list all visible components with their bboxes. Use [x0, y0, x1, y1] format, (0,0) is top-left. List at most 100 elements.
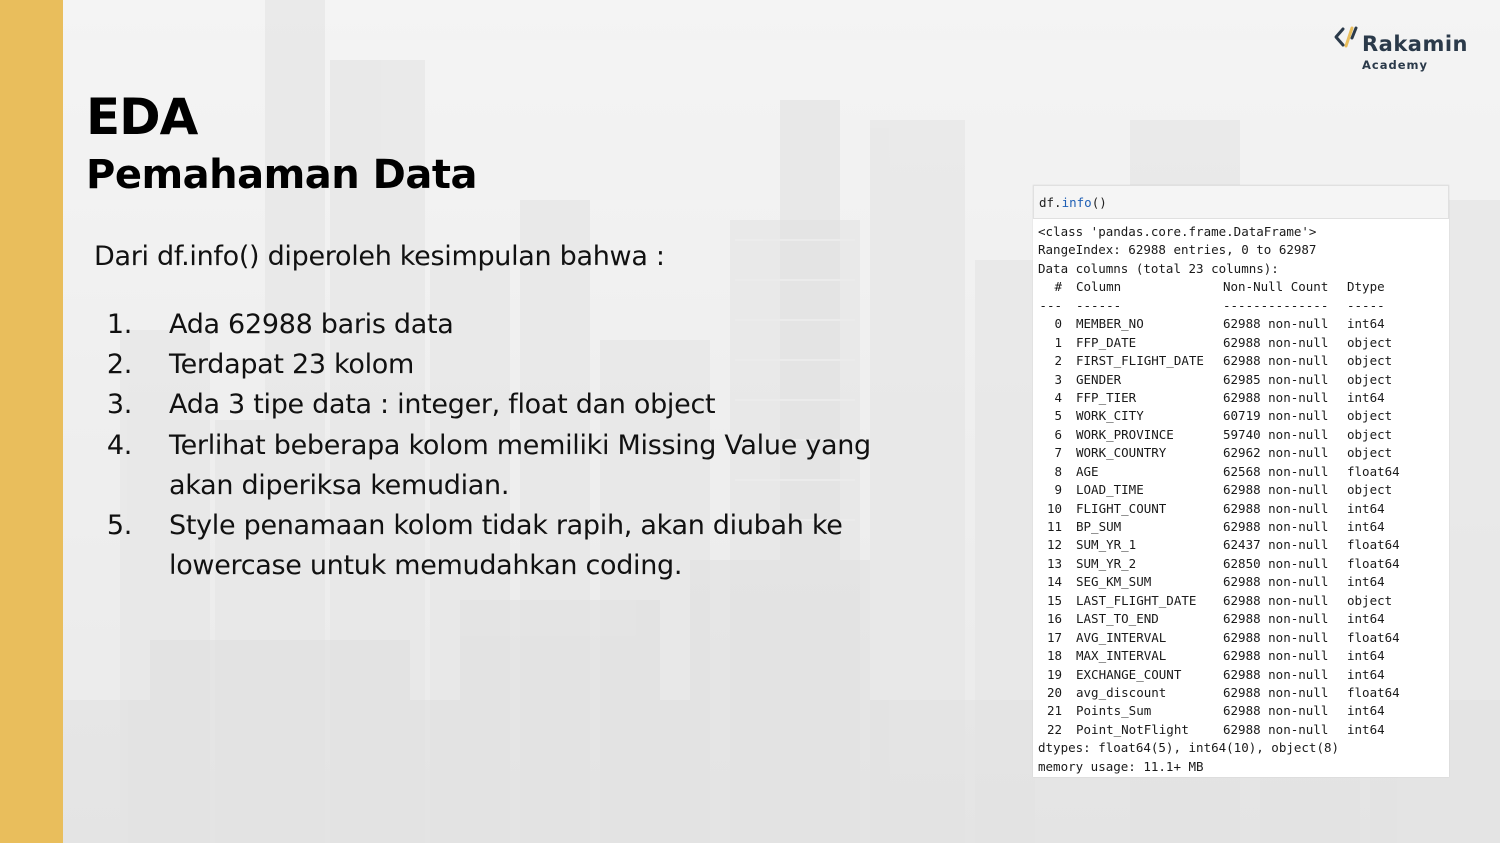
column-index: 5 — [1054, 408, 1062, 424]
dtype: ----- — [1347, 297, 1385, 313]
non-null-count: 62988 non-null — [1223, 684, 1329, 700]
slide-title: EDA — [86, 88, 198, 146]
code-call: () — [1091, 195, 1107, 210]
table-row: 2 FIRST_FLIGHT_DATE 62988 non-null object — [1038, 352, 1400, 370]
column-index: 2 — [1054, 353, 1062, 369]
dtype: int64 — [1347, 574, 1385, 590]
column-name: BP_SUM — [1076, 519, 1122, 534]
output-line: RangeIndex: 62988 entries, 0 to 62987 — [1038, 242, 1317, 258]
column-name: FIRST_FLIGHT_DATE — [1076, 353, 1204, 369]
list-text: Terdapat 23 kolom — [169, 349, 415, 381]
column-name: SUM_YR_2 — [1076, 555, 1137, 571]
table-row: 7 WORK_COUNTRY 62962 non-null object — [1038, 444, 1400, 462]
dtype: float64 — [1347, 555, 1400, 571]
non-null-count: 62988 non-null — [1223, 721, 1329, 737]
non-null-count: 62988 non-null — [1223, 334, 1329, 350]
dtype: object — [1347, 482, 1393, 498]
non-null-count: -------------- — [1223, 297, 1329, 313]
dtype: object — [1347, 592, 1393, 608]
table-row: 18 MAX_INTERVAL 62988 non-null int64 — [1038, 647, 1400, 665]
intro-text: Dari df.info() diperoleh kesimpulan bahw… — [94, 241, 665, 272]
dtype: float64 — [1347, 537, 1400, 553]
table-row: 8 AGE 62568 non-null float64 — [1038, 463, 1399, 481]
non-null-count: 62988 non-null — [1223, 629, 1329, 645]
non-null-count: 62988 non-null — [1223, 574, 1329, 590]
slide-subtitle: Pemahaman Data — [86, 152, 477, 198]
non-null-count: 62988 non-null — [1223, 519, 1329, 534]
conclusion-list: 1. Ada 62988 baris data 2. Terdapat 23 k… — [94, 305, 974, 586]
non-null-count: 62850 non-null — [1223, 555, 1329, 571]
slide: Rakamin Academy EDA Pemahaman Data Dari … — [0, 0, 1500, 843]
list-number: 2. — [106, 349, 132, 381]
table-rule: --- ------ -------------- ----- — [1038, 297, 1400, 315]
list-number: 5. — [106, 510, 132, 542]
column-name: EXCHANGE_COUNT — [1076, 666, 1182, 682]
list-item: 3. Ada 3 tipe data : integer, float dan … — [94, 385, 974, 425]
column-index: 18 — [1046, 648, 1062, 664]
column-index: --- — [1039, 297, 1062, 313]
non-null-count: 62437 non-null — [1223, 537, 1329, 553]
table-row: 14 SEG_KM_SUM 62988 non-null int64 — [1038, 573, 1400, 591]
dtype: float64 — [1347, 629, 1400, 645]
table-row: 15 LAST_FLIGHT_DATE 62988 non-null object — [1038, 592, 1400, 610]
list-item: 1. Ada 62988 baris data — [94, 305, 974, 345]
table-row: 9 LOAD_TIME 62988 non-null object — [1038, 481, 1400, 499]
column-index: 22 — [1046, 721, 1062, 737]
logo-name: Rakamin — [1362, 32, 1469, 56]
dtype: int64 — [1347, 666, 1385, 682]
column-index: 19 — [1046, 666, 1062, 682]
table-row: 6 WORK_PROVINCE 59740 non-null object — [1038, 426, 1400, 444]
column-name: LAST_FLIGHT_DATE — [1076, 592, 1197, 608]
list-number: 1. — [106, 309, 132, 340]
list-text: Terlihat beberapa kolom memiliki Missing… — [169, 429, 871, 461]
table-row: 21 Points_Sum 62988 non-null int64 — [1038, 702, 1400, 720]
column-index: 17 — [1046, 629, 1062, 645]
column-name: SUM_YR_1 — [1076, 537, 1137, 553]
list-item: 5. Style penamaan kolom tidak rapih, aka… — [94, 506, 974, 586]
dtype: object — [1347, 334, 1393, 350]
column-name: Column — [1076, 279, 1122, 295]
column-index: 1 — [1054, 334, 1062, 350]
table-row: 1 FFP_DATE 62988 non-null object — [1038, 334, 1400, 352]
column-index: 12 — [1046, 537, 1062, 553]
column-name: avg_discount — [1076, 684, 1167, 700]
dtype: object — [1347, 426, 1393, 442]
column-name: Points_Sum — [1076, 703, 1152, 719]
dtype: int64 — [1347, 703, 1385, 719]
column-name: MEMBER_NO — [1076, 316, 1144, 332]
column-name: WORK_COUNTRY — [1076, 445, 1167, 461]
table-row: 16 LAST_TO_END 62988 non-null int64 — [1038, 610, 1400, 628]
non-null-count: 62988 non-null — [1223, 666, 1329, 682]
rakamin-logo: Rakamin Academy — [1334, 24, 1474, 74]
column-index: 0 — [1054, 316, 1062, 332]
dtype: float64 — [1347, 684, 1400, 700]
table-row: 10 FLIGHT_COUNT 62988 non-null int64 — [1038, 500, 1400, 518]
non-null-count: 62568 non-null — [1223, 463, 1329, 479]
non-null-count: 62988 non-null — [1223, 648, 1329, 664]
dtype: object — [1347, 408, 1393, 424]
non-null-count: 62988 non-null — [1223, 500, 1329, 516]
dtype: int64 — [1347, 648, 1385, 664]
column-index: 8 — [1054, 463, 1062, 479]
non-null-count: 62988 non-null — [1223, 316, 1329, 332]
non-null-count: 62988 non-null — [1223, 353, 1329, 369]
column-index: 10 — [1046, 500, 1062, 516]
table-row: 13 SUM_YR_2 62850 non-null float64 — [1038, 555, 1400, 573]
dtype: int64 — [1347, 721, 1385, 737]
table-row: 11 BP_SUM 62988 non-null int64 — [1038, 518, 1400, 536]
table-row: 22 Point_NotFlight 62988 non-null int64 — [1038, 721, 1400, 739]
code-input: df.info() — [1039, 195, 1107, 210]
table-row: 0 MEMBER_NO 62988 non-null int64 — [1038, 315, 1400, 333]
output-line: <class 'pandas.core.frame.DataFrame'> — [1038, 224, 1317, 239]
rakamin-logo-icon — [1334, 26, 1358, 48]
list-text: Ada 62988 baris data — [169, 309, 454, 340]
list-number: 3. — [106, 389, 132, 421]
dtype: object — [1347, 371, 1393, 387]
dtype: int64 — [1347, 500, 1385, 516]
code-output: <class 'pandas.core.frame.DataFrame'> Ran… — [1038, 223, 1400, 776]
non-null-count: 59740 non-null — [1223, 426, 1329, 442]
column-name: SEG_KM_SUM — [1076, 574, 1152, 590]
column-name: WORK_CITY — [1076, 408, 1144, 424]
table-row: 20 avg_discount 62988 non-null float64 — [1038, 684, 1400, 702]
column-index: 4 — [1054, 389, 1062, 405]
